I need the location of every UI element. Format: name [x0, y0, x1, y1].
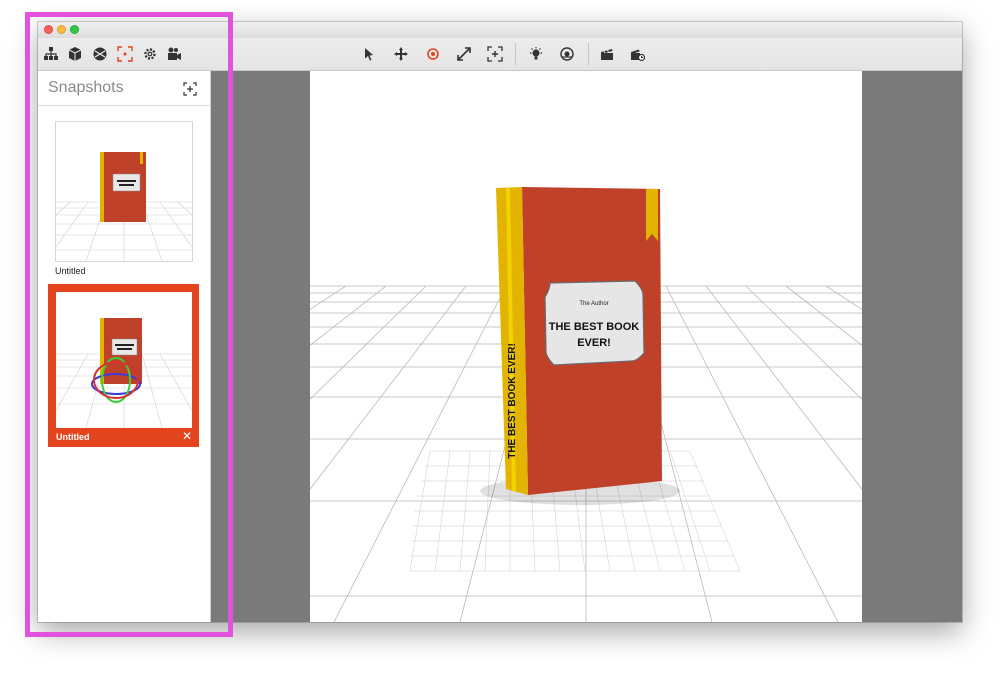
3d-viewport[interactable]: The Author THE BEST BOOK EVER! THE BEST …: [211, 71, 962, 622]
environment-icon[interactable]: [558, 45, 576, 63]
book-title-line1: THE BEST BOOK: [549, 321, 640, 333]
rotate-icon[interactable]: [424, 45, 442, 63]
scene-tree-icon[interactable]: [42, 45, 60, 63]
clapper-icon[interactable]: [598, 45, 616, 63]
materials-ball-icon[interactable]: [91, 45, 109, 63]
toolbar: [38, 38, 962, 71]
snapshot-item-selected[interactable]: Untitled ✕: [48, 284, 199, 447]
book-title-line2: EVER!: [577, 337, 611, 349]
app-window: Snapshots Untitled Untitled ✕ The Author…: [38, 22, 962, 622]
move-icon[interactable]: [392, 45, 410, 63]
add-snapshot-icon[interactable]: [183, 82, 197, 96]
snapshots-sidebar: Snapshots Untitled Untitled ✕: [38, 71, 211, 622]
close-window-button[interactable]: [44, 25, 53, 34]
zoom-window-button[interactable]: [70, 25, 79, 34]
sidebar-title: Snapshots: [48, 79, 124, 96]
render-icon[interactable]: [628, 45, 646, 63]
snapshot-thumbnail[interactable]: [56, 292, 192, 428]
snapshots-icon[interactable]: [116, 45, 134, 63]
snapshot-label: Untitled: [56, 432, 90, 442]
render-canvas[interactable]: The Author THE BEST BOOK EVER! THE BEST …: [310, 71, 862, 622]
object-cube-icon[interactable]: [66, 45, 84, 63]
book-author-text: The Author: [579, 301, 608, 307]
frame-icon[interactable]: [486, 45, 504, 63]
scale-icon[interactable]: [455, 45, 473, 63]
spine-title-text: THE BEST BOOK EVER!: [507, 343, 518, 459]
snapshot-label: Untitled: [55, 266, 86, 276]
settings-gear-icon[interactable]: [141, 45, 159, 63]
snapshot-thumbnail[interactable]: [55, 121, 193, 262]
delete-snapshot-icon[interactable]: ✕: [182, 429, 192, 443]
minimize-window-button[interactable]: [57, 25, 66, 34]
snapshot-item[interactable]: Untitled: [55, 121, 193, 276]
toolbar-separator: [588, 43, 589, 65]
select-arrow-icon[interactable]: [360, 45, 378, 63]
camera-icon[interactable]: [165, 45, 183, 63]
sidebar-header: Snapshots: [38, 71, 210, 106]
light-bulb-icon[interactable]: [527, 45, 545, 63]
toolbar-separator: [515, 43, 516, 65]
title-bar: [38, 22, 962, 38]
